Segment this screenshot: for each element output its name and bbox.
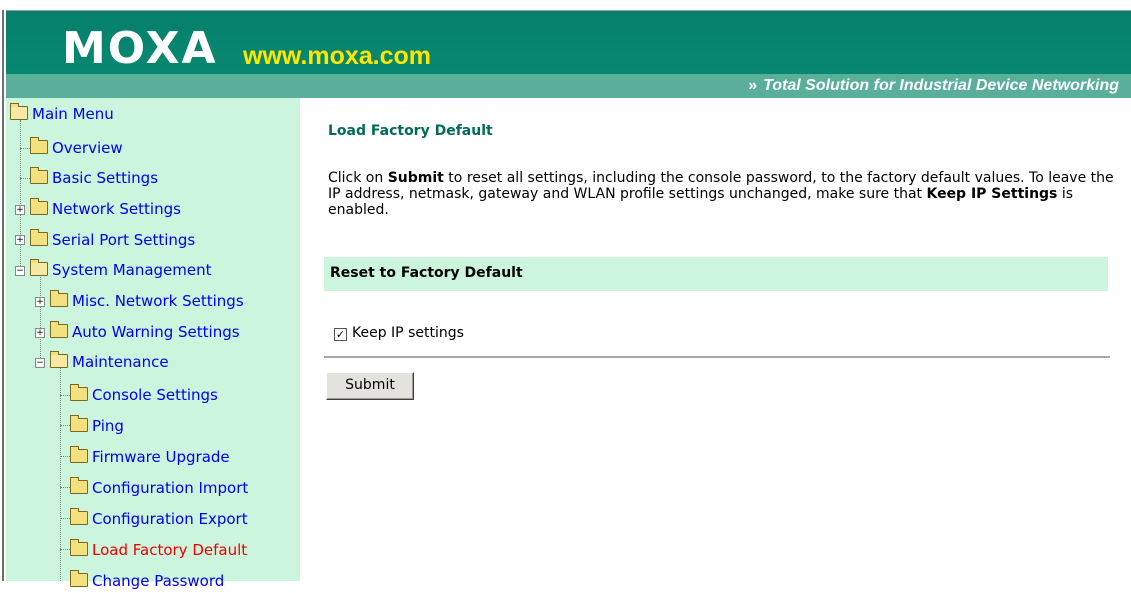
page-title: Load Factory Default	[328, 123, 493, 139]
sidebar-item-label: Maintenance	[72, 353, 169, 371]
description-bold-submit: Submit	[387, 170, 444, 186]
expand-icon[interactable]: +	[35, 328, 45, 338]
tree-line	[60, 395, 70, 396]
tree-line	[60, 425, 70, 426]
expand-icon[interactable]: +	[35, 297, 45, 307]
sidebar-item-console-settings[interactable]: Console Settings	[70, 383, 218, 407]
tree-line	[60, 487, 70, 488]
moxa-logo: MOXA	[62, 23, 218, 74]
folder-open-icon	[30, 259, 48, 276]
sidebar-item-label: Configuration Import	[92, 479, 249, 497]
sidebar-item-system-management[interactable]: System Management	[30, 258, 212, 282]
header-banner: MOXA www.moxa.com » Total Solution for In…	[6, 11, 1131, 98]
sidebar-item-label: Load Factory Default	[92, 541, 248, 559]
folder-icon	[30, 167, 48, 184]
sidebar-item-label: Overview	[52, 139, 123, 157]
expand-icon[interactable]: +	[15, 235, 25, 245]
section-header: Reset to Factory Default	[324, 257, 1108, 291]
folder-icon	[70, 384, 88, 401]
folder-open-icon	[50, 351, 68, 368]
sidebar-item-maintenance[interactable]: Maintenance	[50, 350, 169, 374]
description-part: Click on	[328, 170, 388, 186]
sidebar-item-firmware-upgrade[interactable]: Firmware Upgrade	[70, 445, 230, 469]
folder-icon	[30, 229, 48, 246]
tree-line	[20, 120, 21, 270]
sidebar-item-label: Main Menu	[32, 105, 114, 123]
folder-open-icon	[10, 103, 28, 120]
sidebar-item-label: Configuration Export	[92, 510, 248, 528]
sidebar-item-label: Firmware Upgrade	[92, 448, 230, 466]
submit-button[interactable]: Submit	[326, 372, 414, 400]
folder-icon	[70, 477, 88, 494]
sidebar-item-network-settings[interactable]: Network Settings	[30, 197, 181, 221]
sidebar-item-serial-port-settings[interactable]: Serial Port Settings	[30, 228, 195, 252]
sidebar-item-change-password[interactable]: Change Password	[70, 569, 224, 593]
keep-ip-settings-row: ✓ Keep IP settings	[334, 324, 464, 342]
keep-ip-settings-label: Keep IP settings	[352, 325, 464, 341]
sidebar-item-auto-warning-settings[interactable]: Auto Warning Settings	[50, 320, 240, 344]
folder-icon	[70, 446, 88, 463]
sidebar-tree: + + − + + − Main Menu Overview Basic Set…	[6, 98, 300, 590]
folder-icon	[70, 539, 88, 556]
sidebar-item-basic-settings[interactable]: Basic Settings	[30, 166, 158, 190]
folder-icon	[70, 508, 88, 525]
sidebar-item-label: Ping	[92, 417, 124, 435]
tree-line	[40, 270, 41, 360]
tagline-bar: » Total Solution for Industrial Device Ne…	[6, 74, 1131, 98]
sidebar-item-ping[interactable]: Ping	[70, 414, 124, 438]
sidebar-item-label: Serial Port Settings	[52, 231, 196, 249]
folder-icon	[50, 321, 68, 338]
folder-icon	[30, 137, 48, 154]
main-content: Load Factory Default Click on Submit to …	[300, 98, 1131, 581]
tagline: » Total Solution for Industrial Device Ne…	[748, 76, 1119, 96]
sidebar-item-label: System Management	[52, 261, 212, 279]
site-url[interactable]: www.moxa.com	[243, 41, 431, 71]
window-top-edge	[0, 0, 1131, 11]
tree-line	[60, 360, 61, 581]
tree-line	[60, 549, 70, 550]
chevron-right-icon: »	[748, 77, 758, 94]
description-bold-keep-ip: Keep IP Settings	[926, 186, 1058, 202]
sidebar-item-configuration-export[interactable]: Configuration Export	[70, 507, 248, 531]
sidebar-item-label: Network Settings	[52, 200, 181, 218]
folder-icon	[70, 570, 88, 587]
tagline-text: Total Solution for Industrial Device Net…	[763, 77, 1119, 94]
sidebar-item-label: Basic Settings	[52, 169, 159, 187]
sidebar-item-load-factory-default[interactable]: Load Factory Default	[70, 538, 247, 562]
description-text: Click on Submit to reset all settings, i…	[328, 170, 1118, 218]
expand-icon[interactable]: +	[15, 205, 25, 215]
collapse-icon[interactable]: −	[15, 266, 25, 276]
sidebar-item-configuration-import[interactable]: Configuration Import	[70, 476, 248, 500]
keep-ip-settings-checkbox[interactable]: ✓	[334, 328, 347, 341]
sidebar-item-label: Misc. Network Settings	[72, 292, 244, 310]
tree-line	[60, 456, 70, 457]
folder-icon	[30, 198, 48, 215]
sidebar-item-label: Auto Warning Settings	[72, 323, 240, 341]
sidebar-item-overview[interactable]: Overview	[30, 136, 123, 160]
divider	[324, 356, 1110, 358]
section-title: Reset to Factory Default	[330, 265, 523, 281]
sidebar-item-label: Console Settings	[92, 386, 218, 404]
sidebar-item-misc-network-settings[interactable]: Misc. Network Settings	[50, 289, 244, 313]
collapse-icon[interactable]: −	[35, 358, 45, 368]
sidebar-item-label: Change Password	[92, 572, 225, 590]
folder-icon	[70, 415, 88, 432]
tree-line	[60, 518, 70, 519]
folder-icon	[50, 290, 68, 307]
sidebar-item-main-menu[interactable]: Main Menu	[10, 102, 114, 126]
